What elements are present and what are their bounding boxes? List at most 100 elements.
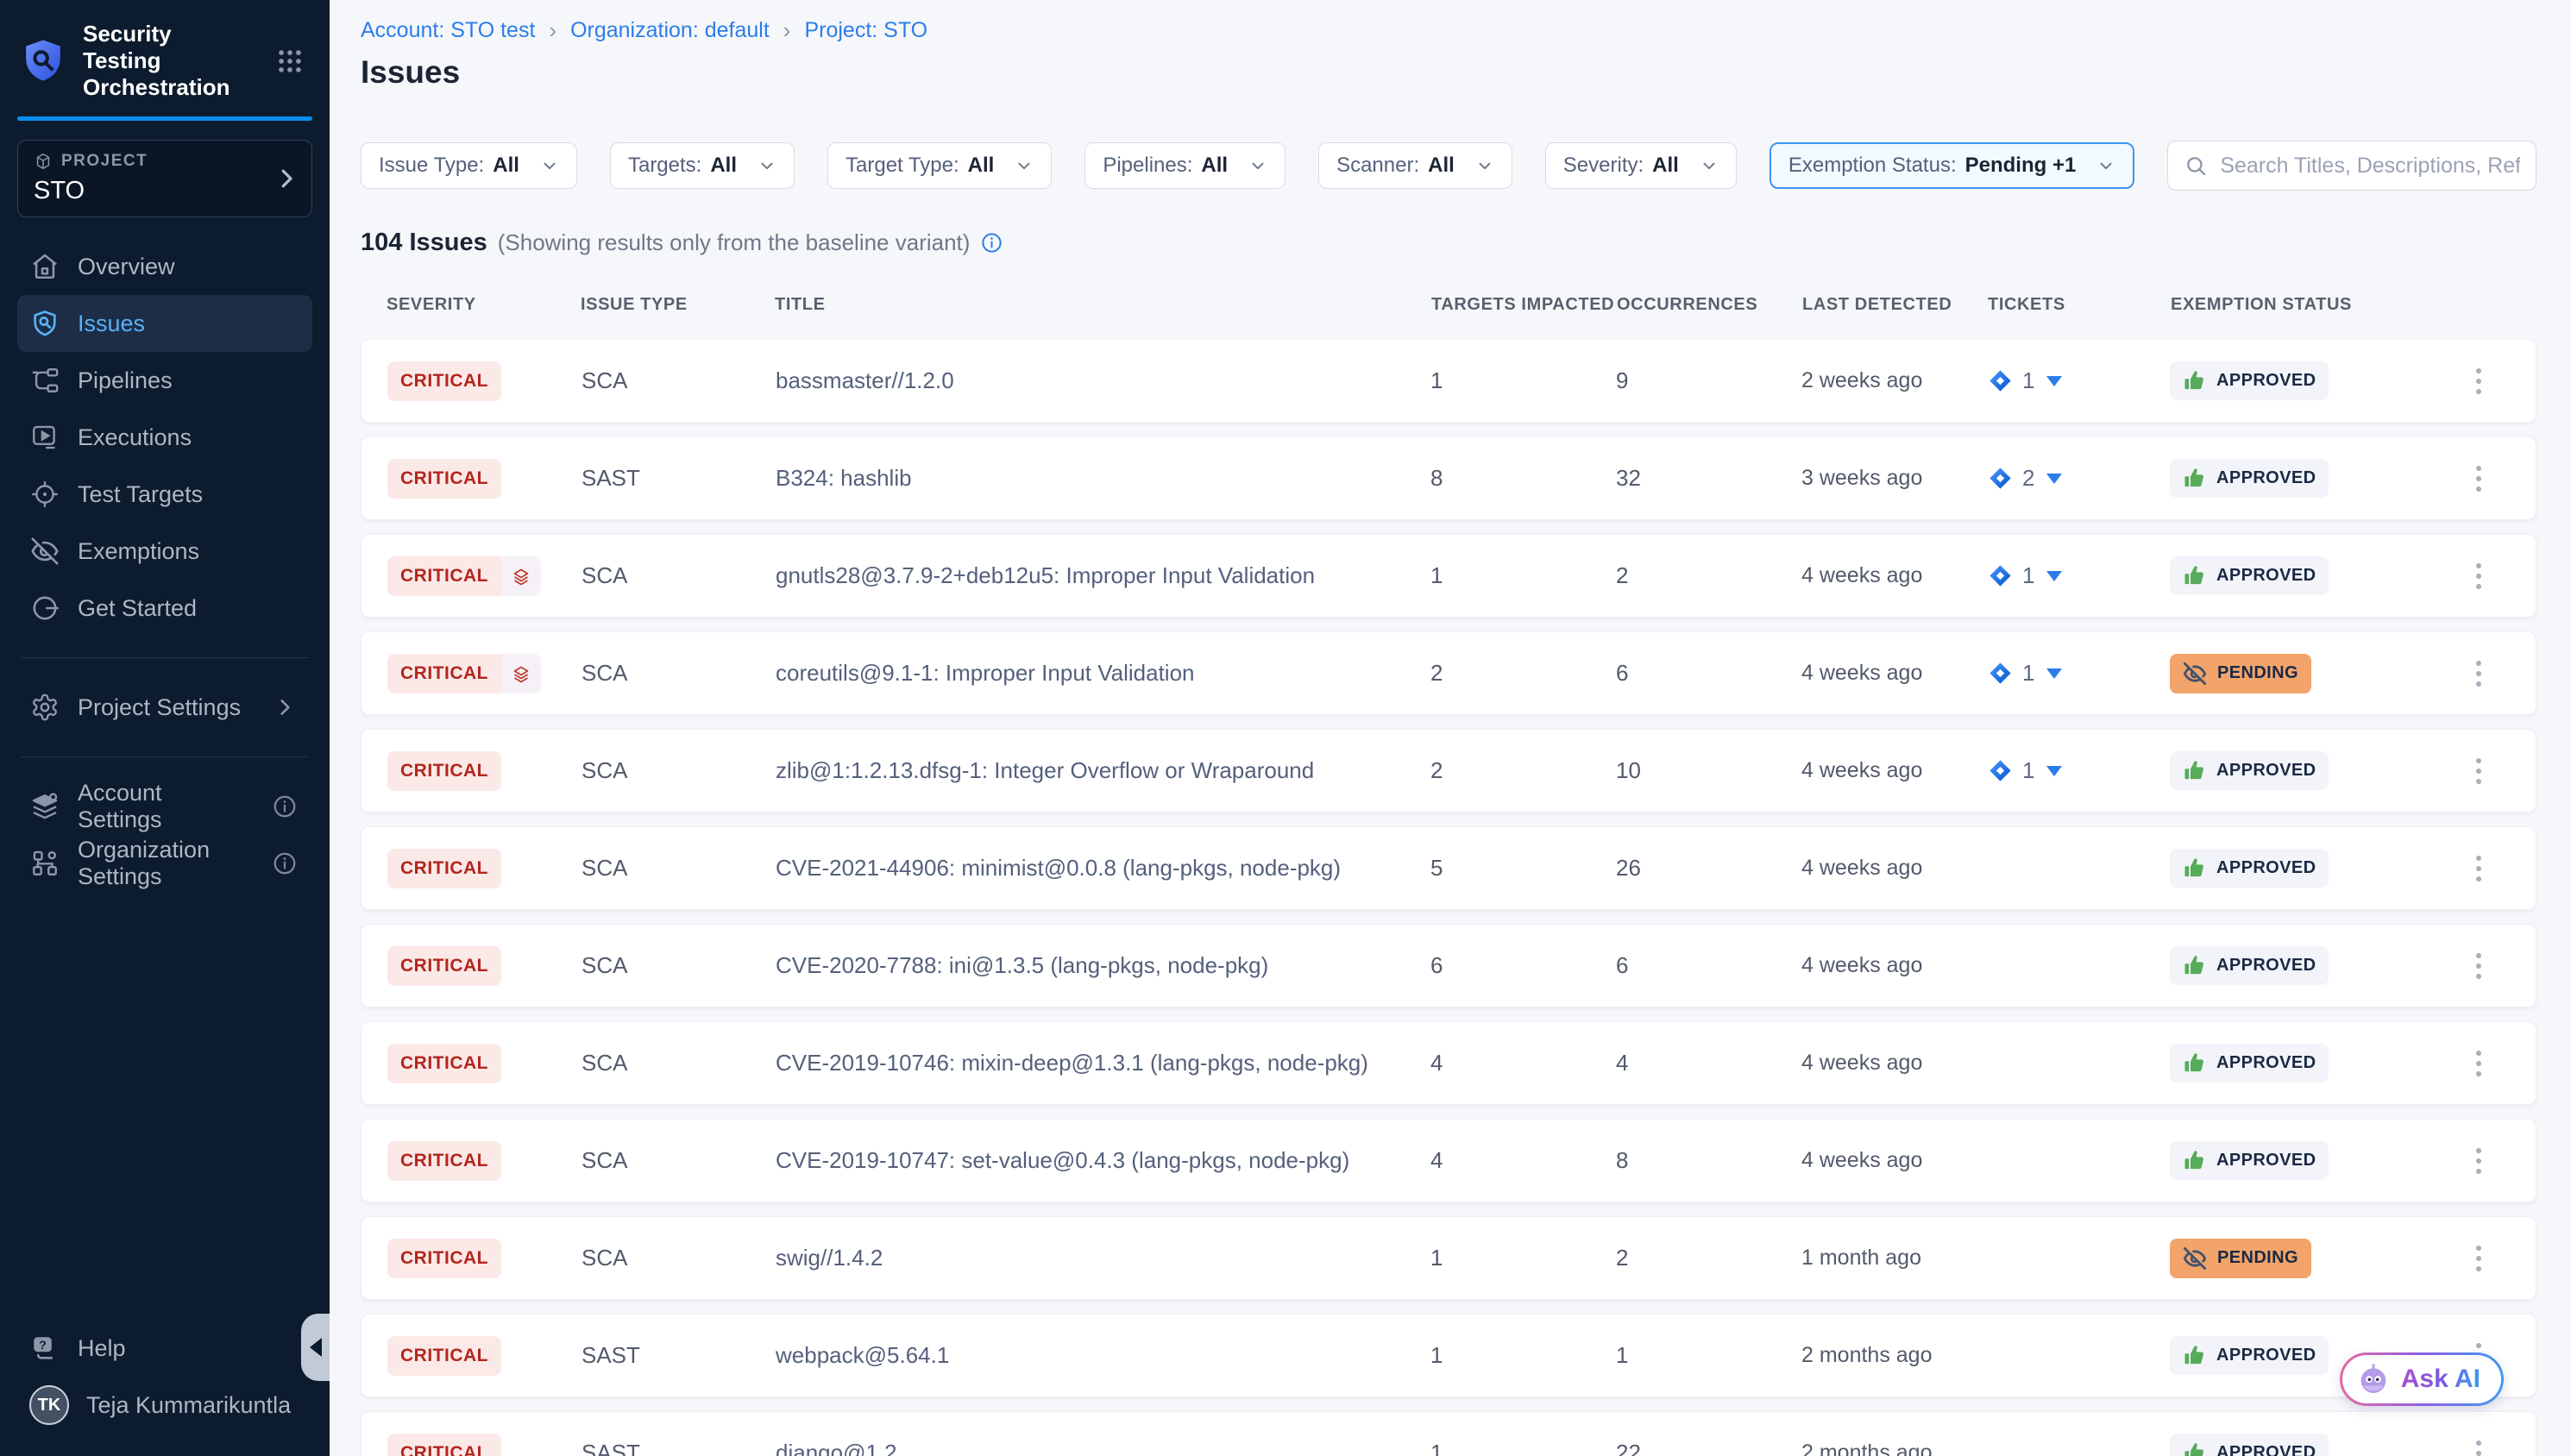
filter-scanner[interactable]: Scanner:All (1318, 142, 1512, 189)
table-row[interactable]: CRITICALSASTwebpack@5.64.1112 months ago… (361, 1314, 2536, 1397)
ticket-caret-icon[interactable] (2046, 571, 2062, 581)
eye-off-icon (29, 536, 60, 567)
info-icon[interactable] (980, 231, 1003, 254)
filter-value: All (1201, 154, 1228, 178)
table-row[interactable]: CRITICALSCACVE-2021-44906: minimist@0.0.… (361, 826, 2536, 910)
sidebar-item-label: Test Targets (78, 481, 203, 508)
filter-label: Issue Type: (379, 154, 484, 178)
table-row[interactable]: CRITICALSCACVE-2019-10747: set-value@0.4… (361, 1119, 2536, 1202)
search-input[interactable] (2220, 154, 2520, 179)
thumbs-up-icon (2183, 857, 2206, 880)
sidebar-collapse-handle[interactable] (301, 1314, 330, 1381)
row-menu-kebab-icon[interactable] (2461, 360, 2496, 403)
status-badge: APPROVED (2170, 361, 2329, 400)
filter-issue-type[interactable]: Issue Type:All (361, 142, 577, 189)
last-detected: 2 weeks ago (1801, 368, 1987, 393)
issue-title: zlib@1:1.2.13.dfsg-1: Integer Overflow o… (776, 757, 1430, 784)
row-menu-kebab-icon[interactable] (2461, 1139, 2496, 1183)
targets-impacted: 1 (1430, 1440, 1616, 1456)
table-row[interactable]: CRITICALSCAzlib@1:1.2.13.dfsg-1: Integer… (361, 729, 2536, 813)
issues-table: CRITICALSCAbassmaster//1.2.0192 weeks ag… (361, 339, 2536, 1456)
module-grid-icon[interactable] (271, 42, 309, 80)
row-menu-kebab-icon[interactable] (2461, 652, 2496, 695)
row-menu-kebab-icon[interactable] (2461, 457, 2496, 500)
table-row[interactable]: CRITICALSCAgnutls28@3.7.9-2+deb12u5: Imp… (361, 534, 2536, 618)
sidebar-item-label: Organization Settings (78, 837, 252, 890)
help-label: Help (78, 1335, 126, 1362)
status-label: APPROVED (2216, 1346, 2316, 1365)
breadcrumb-project[interactable]: Project: STO (804, 18, 927, 43)
table-row[interactable]: CRITICALSASTdjango@1.21222 months agoAPP… (361, 1411, 2536, 1456)
project-selector[interactable]: PROJECT STO (17, 140, 312, 217)
row-menu-kebab-icon[interactable] (2461, 1042, 2496, 1085)
severity-badge: CRITICAL (387, 849, 501, 888)
filter-severity[interactable]: Severity:All (1545, 142, 1737, 189)
info-icon[interactable] (269, 791, 300, 822)
sidebar-item-exemptions[interactable]: Exemptions (17, 523, 312, 580)
filter-value: Pending +1 (1965, 154, 2077, 178)
row-menu-kebab-icon[interactable] (2461, 1237, 2496, 1280)
breadcrumb-account[interactable]: Account: STO test (361, 18, 535, 43)
ticket-caret-icon[interactable] (2046, 474, 2062, 484)
sidebar-item-account-settings[interactable]: Account Settings (17, 778, 312, 835)
severity-label: CRITICAL (387, 946, 501, 986)
sidebar-item-test-targets[interactable]: Test Targets (17, 466, 312, 523)
row-menu-kebab-icon[interactable] (2461, 1432, 2496, 1456)
thumbs-up-icon (2183, 564, 2206, 587)
severity-cell: CRITICAL (387, 556, 581, 596)
sidebar-item-issues[interactable]: Issues (17, 295, 312, 352)
targets-impacted: 6 (1430, 952, 1616, 979)
targets-impacted: 1 (1430, 562, 1616, 589)
row-menu-kebab-icon[interactable] (2461, 847, 2496, 890)
occurrences: 26 (1616, 855, 1801, 882)
ask-ai-button[interactable]: Ask AI (2340, 1352, 2504, 1406)
filter-pipelines[interactable]: Pipelines:All (1084, 142, 1286, 189)
row-menu-kebab-icon[interactable] (2461, 945, 2496, 988)
table-row[interactable]: CRITICALSCAswig//1.4.2121 month agoPENDI… (361, 1216, 2536, 1300)
help-chat-icon: ? (29, 1333, 60, 1364)
status-badge: APPROVED (2170, 849, 2329, 888)
severity-badge: CRITICAL (387, 1434, 501, 1456)
ticket-caret-icon[interactable] (2046, 668, 2062, 679)
filter-exemption-status[interactable]: Exemption Status:Pending +1 (1770, 142, 2134, 189)
app-header[interactable]: Security Testing Orchestration (0, 0, 330, 101)
user-name: Teja Kummarikuntla (86, 1392, 291, 1419)
issue-type: SCA (581, 952, 776, 979)
ticket-caret-icon[interactable] (2046, 766, 2062, 776)
table-row[interactable]: CRITICALSCAbassmaster//1.2.0192 weeks ag… (361, 339, 2536, 423)
layers-gear-icon (29, 791, 60, 822)
sidebar-item-executions[interactable]: Executions (17, 409, 312, 466)
col-header-last-detected: LAST DETECTED (1802, 295, 1988, 315)
issue-title: bassmaster//1.2.0 (776, 367, 1430, 394)
sidebar-nav: OverviewIssuesPipelinesExecutions Test Ta… (0, 238, 330, 637)
sidebar-item-overview[interactable]: Overview (17, 238, 312, 295)
exemption-status-cell: APPROVED (2170, 556, 2461, 595)
ticket-caret-icon[interactable] (2046, 376, 2062, 386)
info-icon[interactable] (269, 848, 300, 879)
sidebar: Security Testing Orchestration PROJECT S… (0, 0, 330, 1456)
breadcrumb-organization[interactable]: Organization: default (570, 18, 770, 43)
filter-target-type[interactable]: Target Type:All (827, 142, 1052, 189)
table-row[interactable]: CRITICALSCACVE-2019-10746: mixin-deep@1.… (361, 1021, 2536, 1105)
app-title: Security Testing Orchestration (83, 21, 255, 101)
severity-label: CRITICAL (387, 751, 501, 791)
filter-targets[interactable]: Targets:All (610, 142, 795, 189)
user-menu[interactable]: TK Teja Kummarikuntla (17, 1377, 312, 1434)
table-row[interactable]: CRITICALSASTB324: hashlib8323 weeks ago2… (361, 436, 2536, 520)
sidebar-item-pipelines[interactable]: Pipelines (17, 352, 312, 409)
sidebar-item-organization-settings[interactable]: Organization Settings (17, 835, 312, 892)
status-badge: PENDING (2170, 1239, 2311, 1278)
table-row[interactable]: CRITICALSCACVE-2020-7788: ini@1.3.5 (lan… (361, 924, 2536, 1007)
issue-type: SCA (581, 562, 776, 589)
occurrences: 8 (1616, 1147, 1801, 1174)
sidebar-item-get-started[interactable]: Get Started (17, 580, 312, 637)
row-menu-kebab-icon[interactable] (2461, 555, 2496, 598)
filter-value: All (1428, 154, 1455, 178)
exemption-status-cell: PENDING (2170, 654, 2461, 693)
table-row[interactable]: CRITICALSCAcoreutils@9.1-1: Improper Inp… (361, 631, 2536, 715)
sidebar-item-project-settings[interactable]: Project Settings (17, 679, 312, 736)
sidebar-item-help[interactable]: ? Help (17, 1320, 312, 1377)
row-menu-kebab-icon[interactable] (2461, 750, 2496, 793)
ticket-count: 1 (2022, 757, 2034, 784)
targets-impacted: 1 (1430, 1342, 1616, 1369)
